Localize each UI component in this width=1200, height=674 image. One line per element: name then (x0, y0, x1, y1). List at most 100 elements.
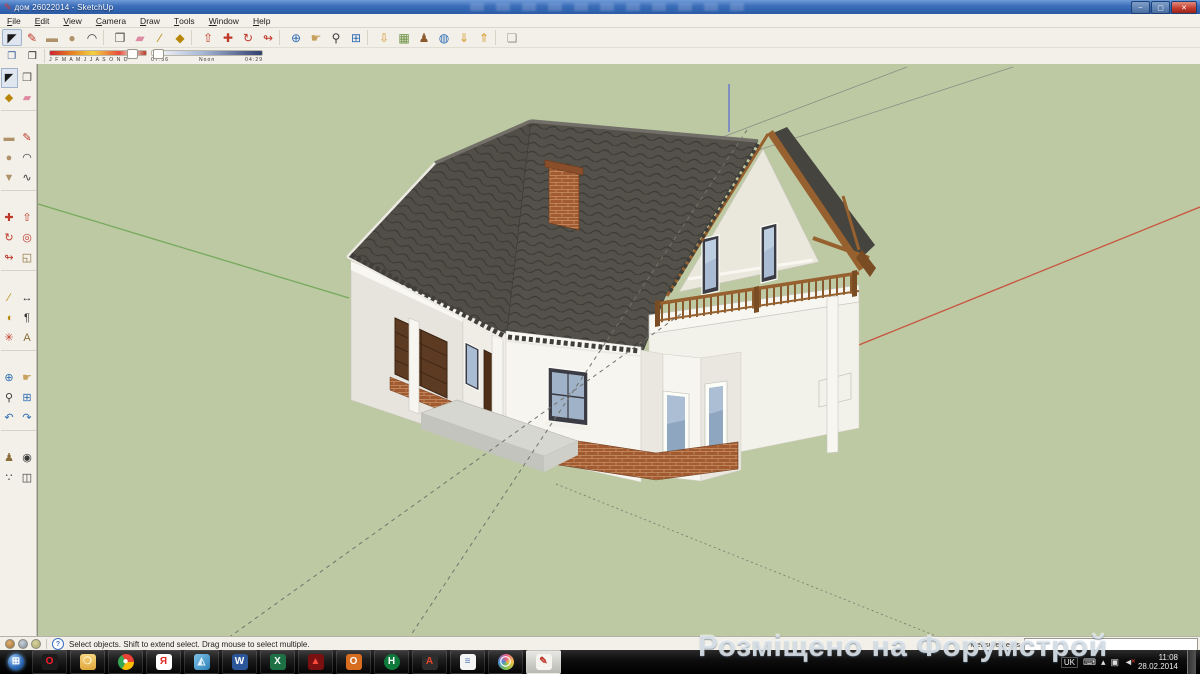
menu-tools[interactable]: Tools (167, 14, 202, 27)
geolocation-status-icon[interactable] (5, 639, 15, 649)
look-around-tool[interactable]: ◉ (19, 448, 36, 468)
clock[interactable]: 11:08 28.02.2014 (1138, 653, 1182, 671)
freehand-tool[interactable]: ∿ (19, 168, 36, 188)
circle-tool-button[interactable]: ● (62, 29, 82, 46)
shadow-date-slider[interactable]: J F M A M J J A S O N D (49, 50, 147, 63)
get-current-view-button[interactable]: ⇩ (374, 29, 394, 46)
protractor-tool[interactable]: ◖ (1, 308, 18, 328)
get-models-button[interactable]: ⇓ (454, 29, 474, 46)
palette-separator[interactable] (1, 190, 36, 195)
circle-tool[interactable]: ● (1, 148, 18, 168)
zoom-tool[interactable]: ⚲ (1, 388, 18, 408)
menu-edit[interactable]: Edit (28, 14, 57, 27)
next-view-tool[interactable]: ↷ (19, 408, 36, 428)
pan-tool-button[interactable]: ☛ (306, 29, 326, 46)
zoom-extents-tool[interactable]: ⊞ (19, 388, 36, 408)
credit-status-icon[interactable] (18, 639, 28, 649)
shadow-settings-button[interactable]: ❐ (3, 49, 21, 63)
text-tool[interactable]: ¶ (19, 308, 36, 328)
taskbar-acrobat[interactable]: ▲ (298, 650, 333, 674)
show-desktop-button[interactable] (1187, 650, 1196, 674)
make-component-button[interactable]: ❒ (110, 29, 130, 46)
taskbar-opera[interactable]: O (32, 650, 67, 674)
show-hidden-icons[interactable]: ▴ (1101, 657, 1106, 668)
tape-measure-button[interactable]: ∕ (150, 29, 170, 46)
taskbar-h-app[interactable]: H (374, 650, 409, 674)
line-tool[interactable]: ✎ (19, 128, 36, 148)
model-status-icon[interactable] (31, 639, 41, 649)
paint-bucket-tool[interactable]: ◆ (1, 88, 18, 108)
time-slider-handle[interactable] (153, 49, 164, 59)
maximize-button[interactable]: ▢ (1151, 1, 1170, 14)
taskbar-chrome[interactable]: ● (108, 650, 143, 674)
polygon-tool[interactable]: ▼ (1, 168, 18, 188)
arc-tool-button[interactable]: ◠ (82, 29, 102, 46)
line-tool-button[interactable]: ✎ (22, 29, 42, 46)
taskbar-sketchup-active[interactable]: ✎ (526, 650, 561, 674)
volume-muted-icon[interactable]: ◄ (1124, 657, 1133, 668)
taskbar-photo-viewer[interactable]: ◭ (184, 650, 219, 674)
date-slider-track[interactable] (49, 50, 147, 56)
keyboard-icon[interactable]: ⌨ (1083, 657, 1096, 668)
toggle-terrain-button[interactable]: ▦ (394, 29, 414, 46)
rotate-tool[interactable]: ↻ (1, 228, 18, 248)
select-tool-button[interactable]: ◤ (2, 29, 22, 46)
offset-tool[interactable]: ◎ (19, 228, 36, 248)
push-pull-button[interactable]: ⇧ (198, 29, 218, 46)
date-slider-handle[interactable] (127, 49, 138, 59)
select-tool[interactable]: ◤ (1, 68, 18, 88)
toolbar-separator[interactable] (103, 30, 109, 45)
rectangle-tool[interactable]: ▬ (1, 128, 18, 148)
close-button[interactable]: ✕ (1171, 1, 1197, 14)
eraser-tool-button[interactable]: ▰ (130, 29, 150, 46)
menu-help[interactable]: Help (246, 14, 277, 27)
shadow-time-slider[interactable]: 07:56 Noon 04:29 (151, 50, 263, 63)
menu-view[interactable]: View (56, 14, 88, 27)
measurements-box[interactable] (1024, 638, 1198, 651)
toolbar-separator[interactable] (279, 30, 285, 45)
share-model-button[interactable]: ⇑ (474, 29, 494, 46)
network-icon[interactable]: ▣ (1111, 657, 1120, 668)
orbit-tool[interactable]: ⊕ (1, 368, 18, 388)
palette-separator[interactable] (1, 350, 36, 355)
minimize-button[interactable]: – (1131, 1, 1150, 14)
taskbar-explorer[interactable]: ❍ (70, 650, 105, 674)
photo-textures-button[interactable]: ♟ (414, 29, 434, 46)
move-tool[interactable]: ✚ (1, 208, 18, 228)
help-icon[interactable]: ? (52, 638, 64, 650)
warehouse-button[interactable]: ❏ (502, 29, 522, 46)
time-slider-track[interactable] (151, 50, 263, 56)
taskbar-paint[interactable]: ◯ (488, 650, 523, 674)
walk-tool[interactable]: ∵ (1, 468, 18, 488)
taskbar-autocad[interactable]: A (412, 650, 447, 674)
3d-text-tool[interactable]: A (19, 328, 36, 348)
taskbar-word[interactable]: W (222, 650, 257, 674)
pan-tool[interactable]: ☛ (19, 368, 36, 388)
rectangle-tool-button[interactable]: ▬ (42, 29, 62, 46)
menu-draw[interactable]: Draw (133, 14, 167, 27)
menu-camera[interactable]: Camera (89, 14, 133, 27)
zoom-tool-button[interactable]: ⚲ (326, 29, 346, 46)
push-pull-tool[interactable]: ⇧ (19, 208, 36, 228)
3d-viewport[interactable] (37, 64, 1200, 636)
orbit-tool-button[interactable]: ⊕ (286, 29, 306, 46)
taskbar-notes[interactable]: ≡ (450, 650, 485, 674)
follow-me-tool[interactable]: ↬ (1, 248, 18, 268)
start-button[interactable]: ⊞ (3, 651, 29, 673)
taskbar-yandex[interactable]: Я (146, 650, 181, 674)
move-tool-button[interactable]: ✚ (218, 29, 238, 46)
scale-tool[interactable]: ◱ (19, 248, 36, 268)
eraser-tool[interactable]: ▰ (19, 88, 36, 108)
taskbar-outlook[interactable]: O (336, 650, 371, 674)
taskbar-excel[interactable]: X (260, 650, 295, 674)
preview-in-google-earth-button[interactable]: ◍ (434, 29, 454, 46)
toolbar-separator[interactable] (367, 30, 373, 45)
follow-me-button[interactable]: ↬ (258, 29, 278, 46)
section-plane-tool[interactable]: ◫ (19, 468, 36, 488)
palette-separator[interactable] (1, 110, 36, 115)
arc-tool[interactable]: ◠ (19, 148, 36, 168)
toolbar-separator[interactable] (191, 30, 197, 45)
previous-view-tool[interactable]: ↶ (1, 408, 18, 428)
language-indicator[interactable]: UK (1061, 657, 1078, 668)
tape-measure-tool[interactable]: ∕ (1, 288, 18, 308)
